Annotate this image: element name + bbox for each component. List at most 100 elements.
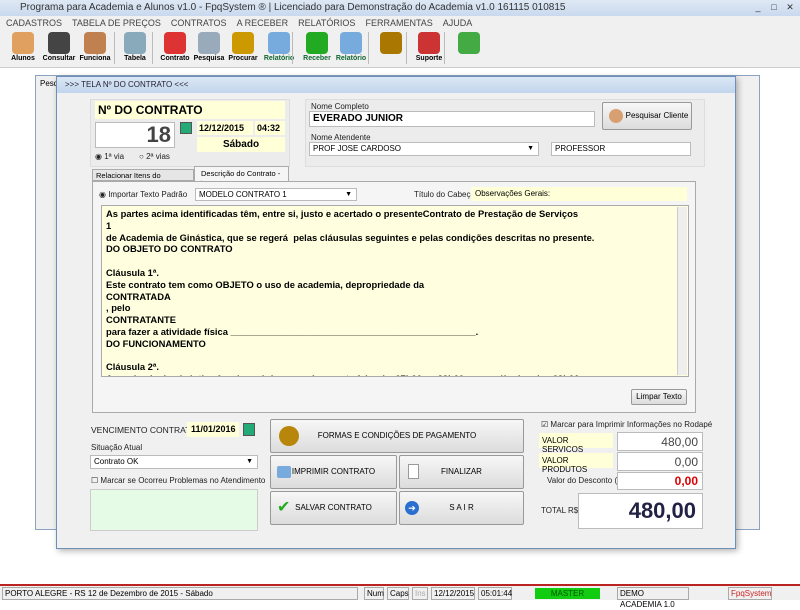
printer-icon [268, 32, 290, 54]
exit-icon [458, 32, 480, 54]
support-icon [418, 32, 440, 54]
discount-label: Valor do Desconto ( - ) [547, 476, 627, 485]
toolbar-button-consultar[interactable]: Consultar [40, 30, 78, 66]
toolbar-button-funciona[interactable]: Funciona [76, 30, 114, 66]
toolbar-label: Procurar [228, 55, 258, 62]
toolbar-button-coins-icon[interactable] [372, 30, 410, 66]
window-title-bar: Programa para Academia e Alunos v1.0 - F… [0, 0, 800, 16]
contract-text-area[interactable]: As partes acima identificadas têm, entre… [101, 205, 689, 377]
toolbar-separator [152, 32, 153, 64]
text-scrollbar[interactable] [677, 207, 687, 375]
problem-checkbox[interactable]: ☐ Marcar se Ocorreu Problemas no Atendim… [91, 476, 265, 485]
toolbar-label: Pesquisa [193, 55, 225, 62]
students-icon [12, 32, 34, 54]
toolbar-label: Relatório [335, 55, 367, 62]
attendant-select[interactable]: PROF JOSE CARDOSO ▼ [309, 142, 539, 156]
toolbar-separator [406, 32, 407, 64]
chevron-down-icon: ▼ [527, 145, 534, 152]
services-label: VALOR SERVICOS [539, 433, 613, 454]
document-check-icon [408, 464, 419, 479]
toolbar-label: Tabela [124, 55, 146, 62]
printer-icon [340, 32, 362, 54]
chevron-down-icon: ▼ [246, 458, 253, 465]
status-time: 05:01:44 [478, 587, 512, 600]
toolbar-button-tabela[interactable]: Tabela [116, 30, 154, 66]
toolbar-separator [114, 32, 115, 64]
minimize-button[interactable]: _ [752, 2, 764, 13]
toolbar-button-procurar[interactable]: Procurar [224, 30, 262, 66]
role-field[interactable]: PROFESSOR [551, 142, 691, 156]
contract-number-field[interactable]: 18 [95, 122, 175, 148]
import-value: MODELO CONTRATO 1 [199, 190, 287, 199]
menu-cadastros[interactable]: CADASTROS [6, 18, 62, 28]
import-radio[interactable]: ◉ Importar Texto Padrão [99, 190, 187, 199]
window-title: Programa para Academia e Alunos v1.0 - F… [20, 2, 566, 13]
menu-ferramentas[interactable]: FERRAMENTAS [365, 18, 432, 28]
toolbar-button-pesquisa[interactable]: Pesquisa [190, 30, 228, 66]
toolbar-button-suporte[interactable]: Suporte [410, 30, 448, 66]
toolbar-label: Receber [303, 55, 331, 62]
dollar-icon [306, 32, 328, 54]
name-label: Nome Completo [311, 102, 369, 111]
finalize-label: FINALIZAR [441, 467, 482, 476]
finalize-button[interactable]: FINALIZAR [399, 455, 524, 489]
toolbar-separator [292, 32, 293, 64]
status-num: Num [364, 587, 384, 600]
name-field[interactable]: EVERADO JUNIOR [309, 111, 595, 127]
save-contract-button[interactable]: ✔ SALVAR CONTRATO [270, 491, 397, 525]
header-title-field[interactable]: Observações Gerais: [471, 187, 687, 201]
close-button[interactable]: ✕ [784, 2, 796, 13]
status-select[interactable]: Contrato OK ▼ [90, 455, 258, 469]
tab-relacionar-itens[interactable]: Relacionar Itens do Contrato -> [92, 169, 194, 189]
status-company: DEMO ACADEMIA 1.0 [617, 587, 689, 609]
menu-ajuda[interactable]: AJUDA [443, 18, 473, 28]
problem-notes-field[interactable] [90, 489, 258, 531]
status-label: Situação Atual [91, 443, 143, 452]
menu-a-receber[interactable]: A RECEBER [237, 18, 289, 28]
search-client-button[interactable]: Pesquisar Cliente [602, 102, 692, 130]
printer-icon [277, 466, 291, 478]
footer-print-checkbox[interactable]: ☑ Marcar para Imprimir Informações no Ro… [541, 420, 712, 429]
toolbar-button-exit-icon[interactable] [450, 30, 488, 66]
total-label: TOTAL R$ [541, 506, 579, 515]
exit-label: S A I R [449, 503, 474, 512]
calendar-icon[interactable] [180, 122, 192, 134]
footer-print-label: Marcar para Imprimir Informações no Roda… [550, 420, 713, 429]
radio-1st-copy[interactable]: ◉ 1ª via [95, 152, 124, 161]
due-date-field[interactable]: 11/01/2016 [187, 422, 239, 437]
search-docs-icon [198, 32, 220, 54]
toolbar-label: Alunos [11, 55, 35, 62]
toolbar-button-receber[interactable]: Receber [298, 30, 336, 66]
toolbar-button-contrato[interactable]: Contrato [156, 30, 194, 66]
contract-number-label: Nº DO CONTRATO [95, 101, 285, 119]
due-label: VENCIMENTO CONTRATO: [91, 425, 200, 435]
maximize-button[interactable]: □ [768, 2, 780, 13]
tab-descricao-contrato[interactable]: Descrição do Contrato -> [194, 166, 289, 187]
import-select[interactable]: MODELO CONTRATO 1 ▼ [195, 188, 357, 201]
calendar-icon[interactable] [243, 423, 255, 436]
status-date: 12/12/2015 [431, 587, 475, 600]
toolbar-label: Funciona [79, 55, 111, 62]
toolbar-button-relat-rio[interactable]: Relatório [332, 30, 370, 66]
toolbar-button-alunos[interactable]: Alunos [4, 30, 42, 66]
status-ins: Ins [412, 587, 428, 600]
toolbar: Alunos Consultar Funciona Tabela Contrato Pes… [0, 30, 800, 68]
payment-conditions-button[interactable]: FORMAS E CONDIÇÕES DE PAGAMENTO [270, 419, 524, 453]
exit-button[interactable]: ➔ S A I R [399, 491, 524, 525]
radio-2nd-copy[interactable]: ○ 2ª vias [139, 152, 170, 161]
import-label: Importar Texto Padrão [108, 190, 188, 199]
clear-text-button[interactable]: Limpar Texto [631, 389, 687, 405]
attendant-value: PROF JOSE CARDOSO [313, 144, 402, 153]
discount-field[interactable]: 0,00 [617, 472, 703, 490]
menu-bar: CADASTROS TABELA DE PREÇOS CONTRATOS A RECE… [0, 16, 800, 30]
radio-2nd-label: 2ª vias [146, 152, 170, 161]
total-value: 480,00 [578, 493, 703, 529]
toolbar-label: Contrato [160, 55, 190, 62]
print-contract-button[interactable]: IMPRIMIR CONTRATO [270, 455, 397, 489]
employees-icon [84, 32, 106, 54]
menu-relatorios[interactable]: RELATÓRIOS [298, 18, 355, 28]
menu-contratos[interactable]: CONTRATOS [171, 18, 227, 28]
menu-tabela-precos[interactable]: TABELA DE PREÇOS [72, 18, 161, 28]
table-doc-icon [124, 32, 146, 54]
clients-icon [609, 109, 623, 123]
